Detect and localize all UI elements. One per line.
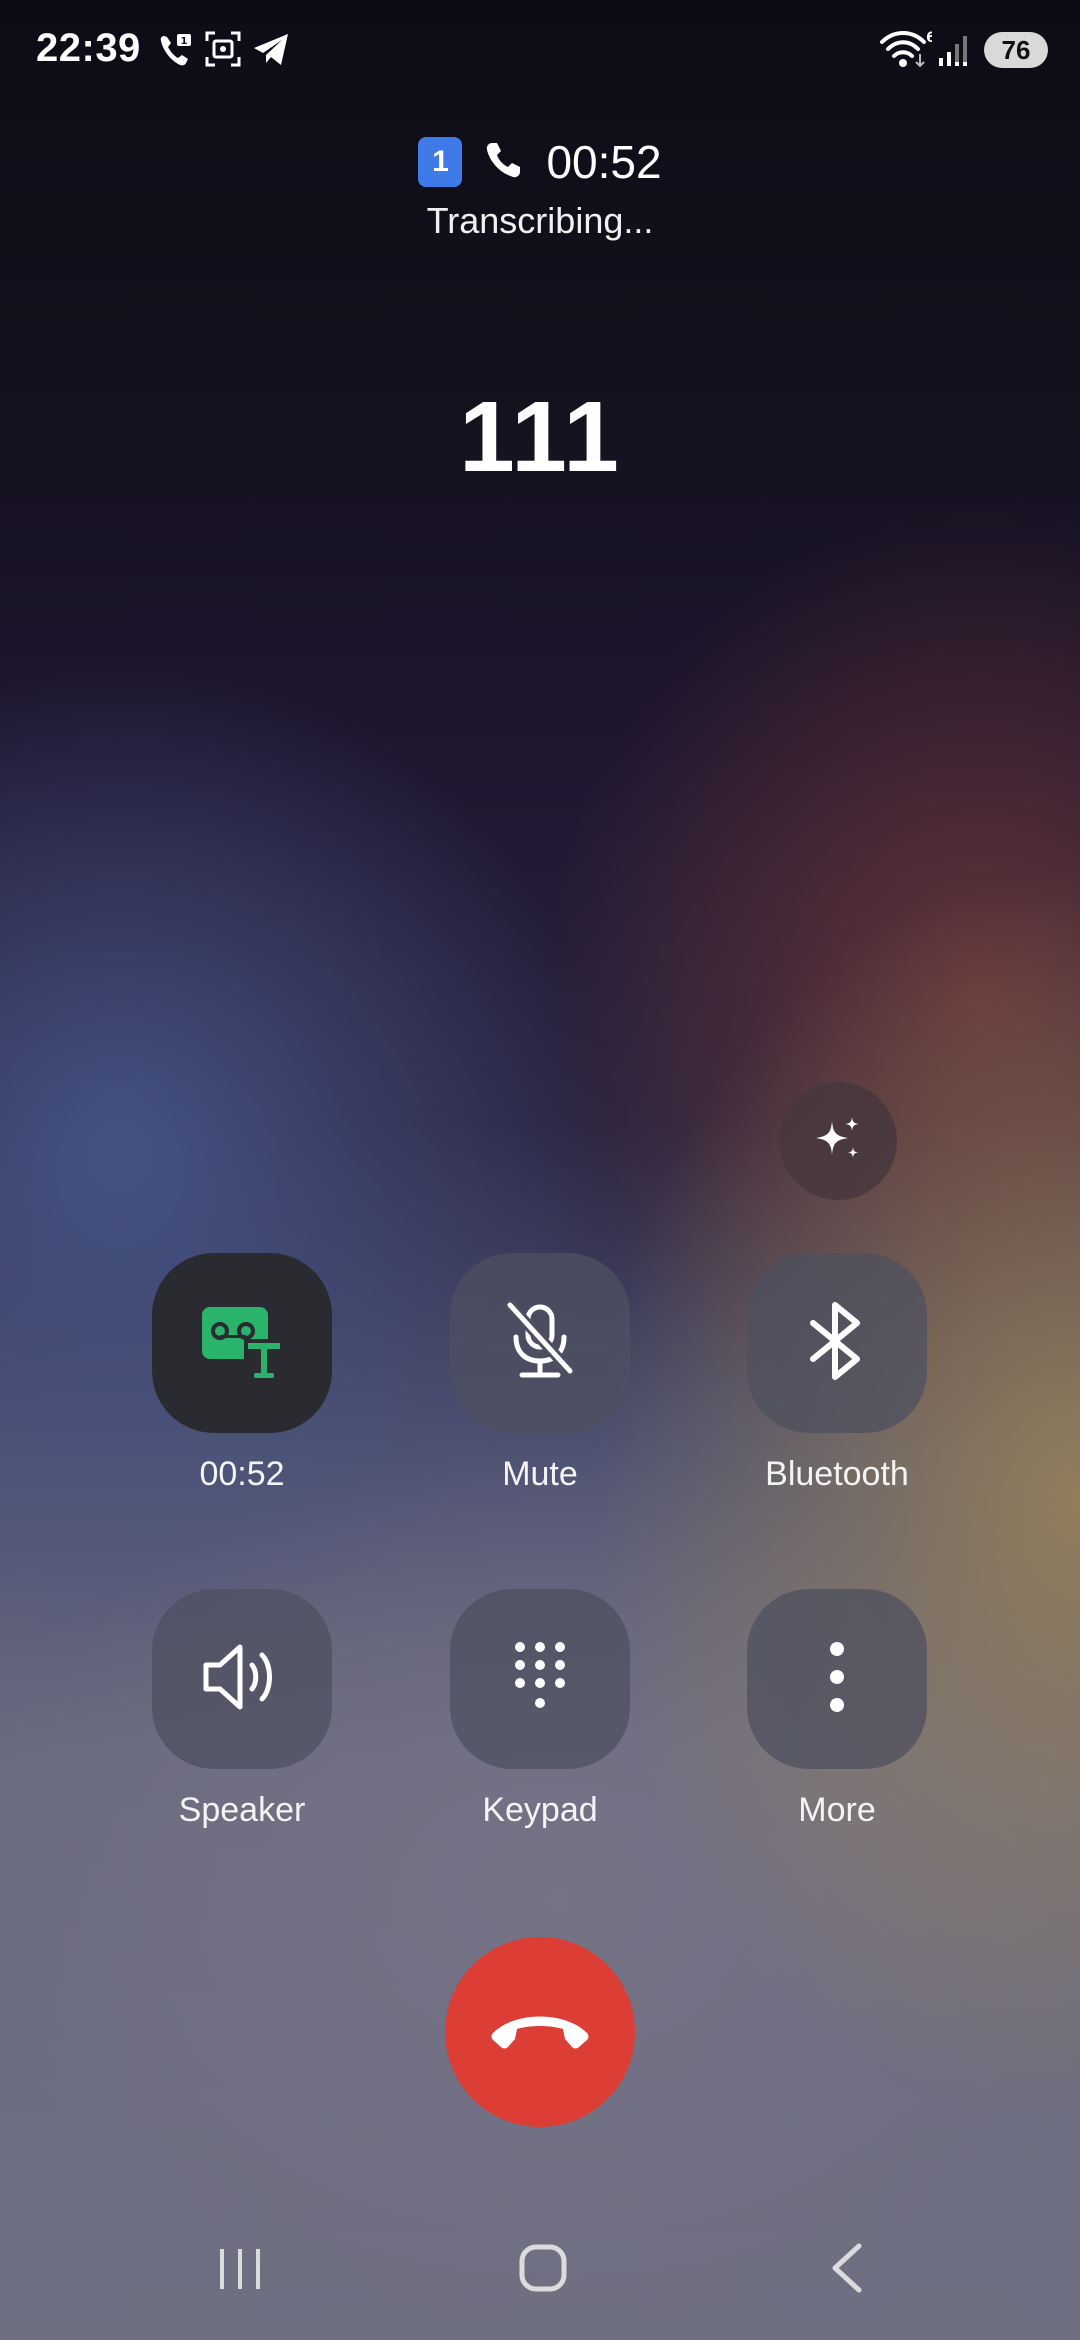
- back-button[interactable]: [787, 2230, 907, 2310]
- signal-icon: [937, 32, 973, 73]
- bluetooth-button[interactable]: [747, 1253, 927, 1433]
- recents-button[interactable]: [181, 2230, 301, 2310]
- speaker-control: Speaker: [152, 1589, 332, 1830]
- home-icon: [518, 2243, 568, 2298]
- caller-number: 111: [459, 381, 621, 493]
- wifi-icon: 6: [880, 30, 936, 75]
- navigation-bar: [0, 2220, 1080, 2320]
- speaker-label: Speaker: [178, 1791, 306, 1829]
- status-bar: 22:39 1 6 76: [0, 0, 1080, 100]
- record-label: 00:52: [199, 1455, 285, 1493]
- status-time: 22:39: [36, 26, 141, 70]
- mute-control: Mute: [450, 1253, 630, 1494]
- more-vertical-icon: [827, 1639, 847, 1720]
- speaker-button[interactable]: [152, 1589, 332, 1769]
- keypad-control: Keypad: [450, 1589, 630, 1830]
- more-control: More: [747, 1589, 927, 1830]
- svg-text:1: 1: [181, 36, 188, 47]
- record-transcribe-button[interactable]: [152, 1253, 332, 1433]
- call-timer: 00:52: [546, 136, 662, 188]
- sim-badge: 1: [418, 137, 463, 187]
- screenshot-icon: [204, 30, 242, 73]
- telegram-icon: [252, 30, 290, 73]
- sparkle-icon: [810, 1111, 866, 1172]
- mic-off-icon: [500, 1299, 580, 1388]
- record-control: 00:52: [152, 1253, 332, 1494]
- call-header: 1 00:52 Transcribing...: [0, 130, 1080, 242]
- mute-label: Mute: [502, 1455, 578, 1493]
- end-call-button[interactable]: [445, 1937, 635, 2127]
- bluetooth-label: Bluetooth: [765, 1455, 909, 1493]
- keypad-button[interactable]: [450, 1589, 630, 1769]
- svg-text:6: 6: [926, 30, 932, 46]
- more-label: More: [798, 1791, 876, 1829]
- battery-icon: 76: [984, 32, 1048, 68]
- keypad-icon: [510, 1639, 570, 1720]
- bluetooth-icon: [805, 1299, 869, 1388]
- recents-icon: [216, 2245, 266, 2296]
- bluetooth-control: Bluetooth: [747, 1253, 927, 1494]
- call-status: Transcribing...: [426, 200, 654, 241]
- mute-button[interactable]: [450, 1253, 630, 1433]
- voicemail-transcribe-icon: [200, 1301, 284, 1386]
- speaker-icon: [200, 1639, 284, 1720]
- phone-icon: [484, 140, 524, 185]
- more-button[interactable]: [747, 1589, 927, 1769]
- back-icon: [827, 2242, 867, 2299]
- wifi-calling-icon: 1: [158, 30, 194, 75]
- keypad-label: Keypad: [482, 1791, 598, 1829]
- end-call-icon: [485, 2005, 595, 2060]
- home-button[interactable]: [483, 2230, 603, 2310]
- ai-assist-button[interactable]: [779, 1082, 897, 1200]
